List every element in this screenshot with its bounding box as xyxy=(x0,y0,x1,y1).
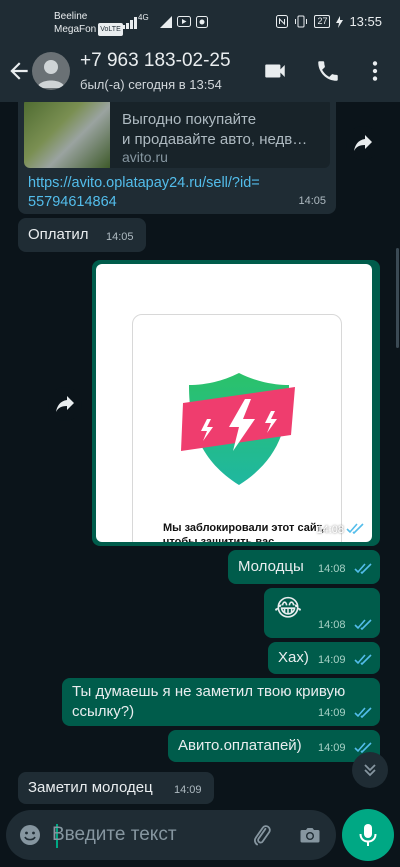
message-time: 14:09 xyxy=(318,707,346,719)
link-preview-domain: avito.ru xyxy=(122,149,168,165)
youtube-icon xyxy=(177,16,191,27)
signal-2-icon xyxy=(160,16,172,28)
video-call-icon xyxy=(265,64,285,78)
scroll-to-bottom-button[interactable] xyxy=(352,752,388,788)
video-call-button[interactable] xyxy=(262,58,288,84)
shield-lightning-icon xyxy=(181,373,295,485)
avatar[interactable] xyxy=(32,52,70,90)
message-text: Молодцы xyxy=(238,558,304,575)
incoming-link-message[interactable]: Выгодно покупайте и продавайте авто, нед… xyxy=(18,102,336,214)
forward-button[interactable] xyxy=(346,126,380,160)
incoming-message[interactable]: Оплатил 14:05 xyxy=(18,218,146,252)
carrier-2: MegaFon xyxy=(54,24,97,35)
incoming-message[interactable]: Заметил молодец 14:09 xyxy=(18,772,214,804)
outgoing-message[interactable]: Авито.оплатапей) 14:09 xyxy=(168,730,380,762)
message-text: Хах) xyxy=(278,649,309,666)
carrier-1: Beeline xyxy=(54,11,88,22)
image-attachment[interactable]: Мы заблокировали этот сайт, чтобы защити… xyxy=(96,264,372,542)
forward-icon xyxy=(56,396,74,412)
status-right: 27 13:55 xyxy=(276,14,382,29)
vibrate-icon xyxy=(295,15,308,28)
default-avatar-icon xyxy=(37,60,65,88)
volte-badge: VoLTE xyxy=(98,23,123,36)
message-link[interactable]: https://avito.oplatapay24.ru/sell/?id= 5… xyxy=(28,174,260,212)
link-preview-thumbnail xyxy=(24,102,110,168)
clock: 13:55 xyxy=(349,14,382,29)
emoji-icon xyxy=(20,825,40,845)
emoji-text: 😂 xyxy=(274,595,303,622)
attach-button[interactable] xyxy=(250,823,274,852)
back-arrow-icon xyxy=(10,62,28,80)
nfc-icon xyxy=(276,15,289,28)
message-text: Заметил молодец xyxy=(28,779,153,796)
voice-message-button[interactable] xyxy=(342,809,394,861)
notification-icons xyxy=(160,16,208,28)
outgoing-message[interactable]: Хах) 14:09 xyxy=(268,642,380,674)
outgoing-message[interactable]: Ты думаешь я не заметил твою кривую ссыл… xyxy=(62,678,380,726)
carrier-info: Beeline MegaFon VoLTE xyxy=(54,10,123,36)
message-time: 14:05 xyxy=(106,231,134,243)
message-time: 14:08 xyxy=(318,563,346,575)
message-text: Ты думаешь я не заметил твою кривую ссыл… xyxy=(72,683,346,720)
read-ticks-icon xyxy=(346,523,364,534)
read-ticks-icon xyxy=(354,707,372,718)
read-ticks-icon xyxy=(354,563,372,574)
message-time: 14:05 xyxy=(298,195,326,207)
mic-icon xyxy=(359,824,377,846)
chat-area[interactable]: Выгодно покупайте и продавайте авто, нед… xyxy=(0,102,400,808)
message-time: 14:08 xyxy=(316,524,344,536)
chat-header: +7 963 183-02-25 был(-а) сегодня в 13:54 xyxy=(0,40,400,102)
image-caption: Мы заблокировали этот сайт, чтобы защити… xyxy=(163,522,325,542)
link-preview-title: Выгодно покупайте и продавайте авто, нед… xyxy=(122,111,308,148)
more-options-button[interactable] xyxy=(362,58,388,84)
blocked-site-card: Мы заблокировали этот сайт, чтобы защити… xyxy=(132,314,342,542)
battery-level: 27 xyxy=(314,15,331,28)
outgoing-message[interactable]: Молодцы 14:08 xyxy=(228,550,380,584)
scrollbar[interactable] xyxy=(396,248,399,348)
message-text: Авито.оплатапей) xyxy=(178,737,302,754)
last-seen-status: был(-а) сегодня в 13:54 xyxy=(80,77,222,92)
message-composer xyxy=(6,810,336,860)
outgoing-message[interactable]: 😂 14:08 xyxy=(264,588,380,638)
read-ticks-icon xyxy=(354,619,372,630)
link-preview[interactable]: Выгодно покупайте и продавайте авто, нед… xyxy=(24,102,330,168)
signal-icon xyxy=(122,17,137,29)
camera-icon xyxy=(300,828,320,843)
message-time: 14:09 xyxy=(174,784,202,796)
app-notification-icon xyxy=(196,16,208,28)
emoji-button[interactable] xyxy=(18,823,42,852)
message-time: 14:09 xyxy=(318,742,346,754)
voice-call-button[interactable] xyxy=(315,58,341,84)
message-time: 14:08 xyxy=(318,619,346,631)
camera-button[interactable] xyxy=(298,823,322,852)
outgoing-image-message[interactable]: Мы заблокировали этот сайт, чтобы защити… xyxy=(92,260,380,546)
contact-name[interactable]: +7 963 183-02-25 xyxy=(80,50,231,72)
forward-icon xyxy=(354,135,372,151)
forward-button[interactable] xyxy=(48,387,82,421)
double-chevron-down-icon xyxy=(364,764,376,777)
read-ticks-icon xyxy=(354,654,372,665)
message-time: 14:09 xyxy=(318,654,346,666)
message-text: Оплатил xyxy=(28,226,89,243)
message-input[interactable] xyxy=(52,822,242,848)
back-button[interactable] xyxy=(6,58,32,84)
attach-icon xyxy=(254,825,271,846)
network-type: 4G xyxy=(138,13,149,22)
charging-icon xyxy=(336,15,344,28)
phone-icon xyxy=(318,61,338,81)
more-vert-icon xyxy=(372,61,378,81)
